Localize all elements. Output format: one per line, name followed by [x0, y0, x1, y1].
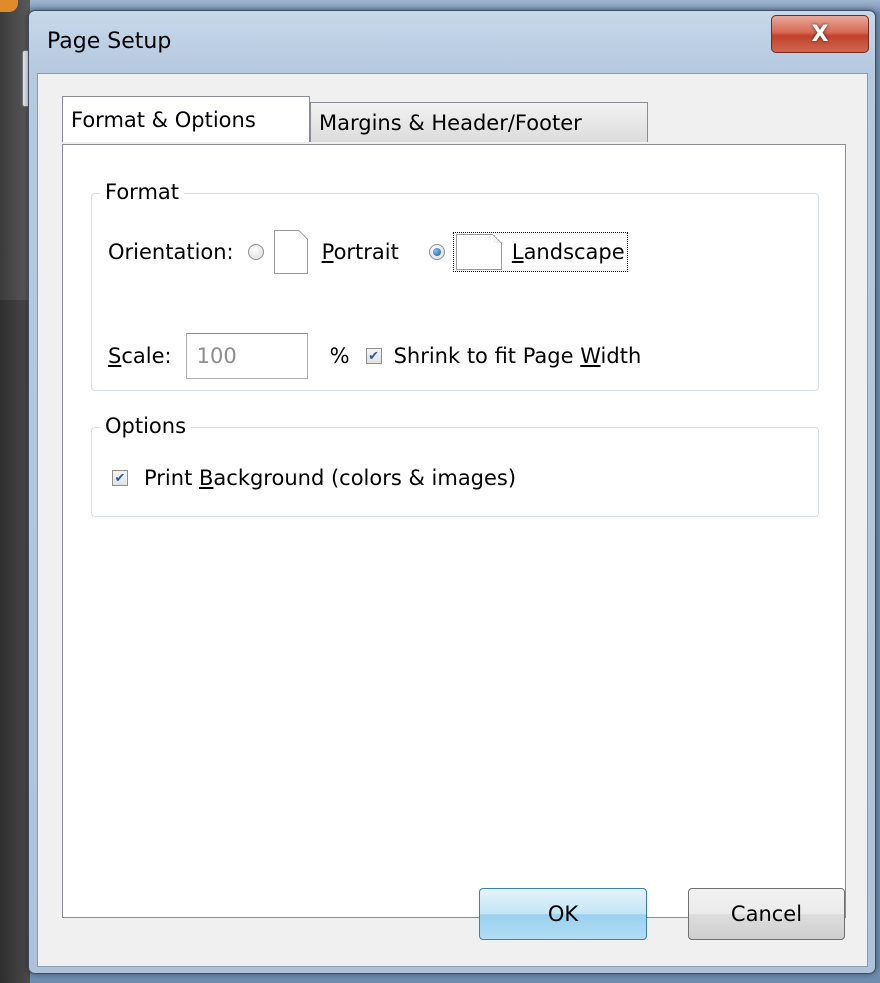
format-groupbox: Format Orientation: Portrait Landscape S…: [91, 180, 819, 391]
landscape-option[interactable]: Landscape: [452, 232, 628, 272]
app-logo-icon: [0, 0, 18, 12]
landscape-radio[interactable]: [428, 244, 445, 260]
ok-button[interactable]: OK: [479, 888, 647, 940]
options-groupbox: Options ✔ Print Background (colors & ima…: [91, 414, 819, 517]
print-background-checkbox[interactable]: ✔: [112, 470, 128, 486]
shrink-to-fit-checkbox[interactable]: ✔: [365, 348, 382, 364]
tab-margins-header-footer[interactable]: Margins & Header/Footer: [310, 102, 648, 142]
landscape-page-icon: [455, 234, 502, 270]
tab-label: Margins & Header/Footer: [319, 110, 582, 135]
shrink-to-fit-label[interactable]: Shrink to fit Page Width: [394, 344, 642, 368]
dialog-title: Page Setup: [47, 29, 172, 54]
tab-label: Format & Options: [71, 107, 256, 132]
checkmark-icon: ✔: [114, 470, 126, 486]
dialog-client-area: Format & Options Margins & Header/Footer…: [37, 73, 868, 967]
page-setup-dialog: Page Setup X Format & Options Margins & …: [28, 10, 876, 974]
scale-row: Scale: 100 % ✔ Shrink to fit Page Width: [108, 332, 641, 380]
background-panel: [0, 300, 30, 983]
orientation-label: Orientation:: [108, 240, 234, 264]
landscape-label: Landscape: [511, 240, 625, 264]
portrait-radio[interactable]: [247, 244, 264, 260]
tab-panel-format-options: Format Orientation: Portrait Landscape S…: [62, 144, 846, 918]
print-background-label[interactable]: Print Background (colors & images): [144, 466, 516, 490]
scale-input[interactable]: 100: [185, 333, 308, 379]
options-legend: Options: [100, 414, 192, 438]
scale-label: Scale:: [108, 344, 172, 368]
background-app-sidebar: [0, 0, 31, 983]
scale-unit: %: [329, 344, 350, 368]
format-legend: Format: [100, 180, 185, 204]
portrait-page-icon: [273, 230, 308, 274]
portrait-label[interactable]: Portrait: [322, 240, 399, 264]
cancel-button[interactable]: Cancel: [688, 888, 845, 940]
tab-format-options[interactable]: Format & Options: [62, 96, 310, 142]
close-button[interactable]: X: [771, 15, 869, 53]
close-icon: X: [811, 21, 829, 47]
print-background-row: ✔ Print Background (colors & images): [112, 454, 516, 502]
orientation-row: Orientation: Portrait Landscape: [108, 228, 628, 276]
checkmark-icon: ✔: [368, 348, 380, 364]
